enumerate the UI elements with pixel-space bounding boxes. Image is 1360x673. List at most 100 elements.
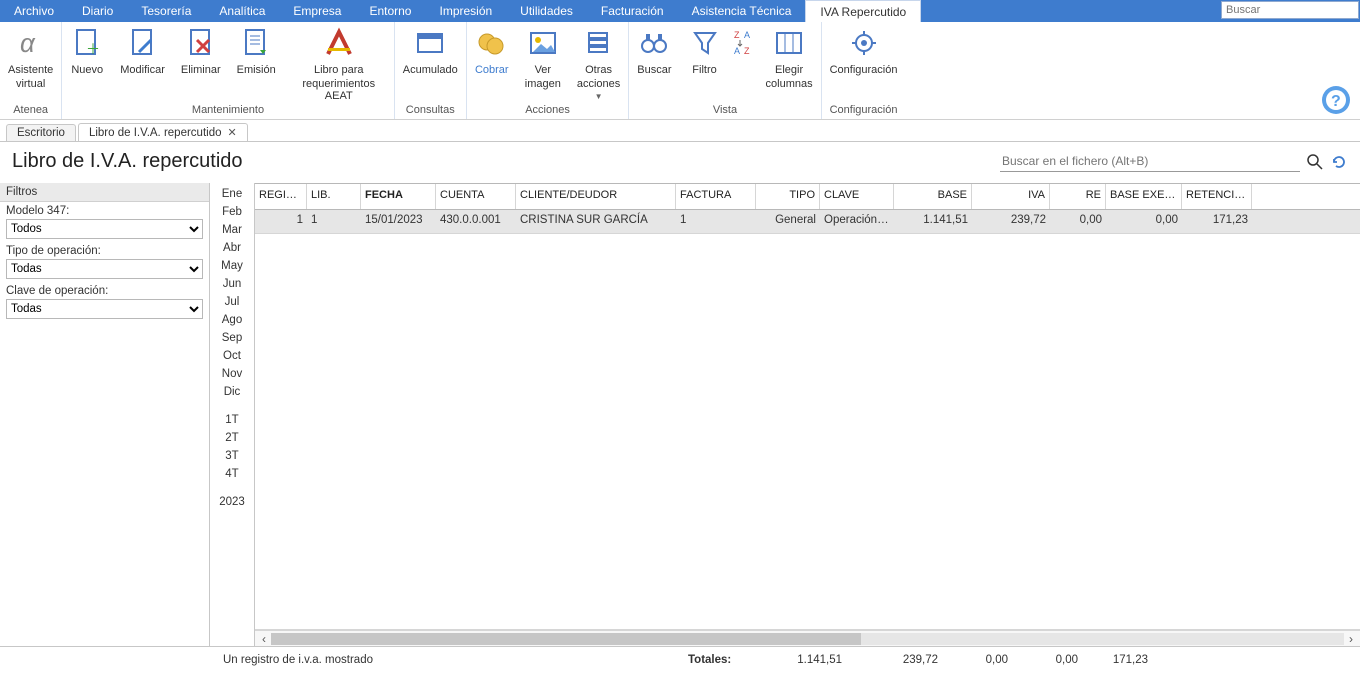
ribbon-btn-label: Asistente bbox=[8, 64, 53, 76]
global-search-input[interactable] bbox=[1221, 1, 1359, 19]
delete-document-icon bbox=[184, 26, 218, 60]
menu-impresion[interactable]: Impresión bbox=[425, 0, 506, 22]
menu-diario[interactable]: Diario bbox=[68, 0, 127, 22]
modificar-button[interactable]: Modificar bbox=[112, 26, 173, 76]
month-may[interactable]: May bbox=[219, 259, 245, 273]
orden-button[interactable]: ZAAZ bbox=[730, 26, 758, 62]
horizontal-scrollbar[interactable]: ‹ › bbox=[255, 630, 1360, 646]
month-dic[interactable]: Dic bbox=[222, 385, 243, 399]
ribbon-group-label: Configuración bbox=[822, 102, 906, 119]
tipo-select[interactable]: Todas bbox=[6, 259, 203, 279]
new-document-icon: ＋ bbox=[70, 26, 104, 60]
month-feb[interactable]: Feb bbox=[220, 205, 244, 219]
filters-title: Filtros bbox=[0, 183, 209, 202]
menu-facturacion[interactable]: Facturación bbox=[587, 0, 678, 22]
tab-label: Escritorio bbox=[17, 127, 65, 139]
stack-icon bbox=[582, 26, 616, 60]
col-tipo[interactable]: TIPO bbox=[756, 184, 820, 209]
help-icon[interactable]: ? bbox=[1320, 84, 1352, 116]
eliminar-button[interactable]: Eliminar bbox=[173, 26, 229, 76]
col-retencion[interactable]: RETENCIÓN bbox=[1182, 184, 1252, 209]
col-re[interactable]: RE bbox=[1050, 184, 1106, 209]
table-row[interactable]: 1 1 15/01/2023 430.0.0.001 CRISTINA SUR … bbox=[255, 210, 1360, 234]
ribbon-group-label: Vista bbox=[629, 102, 820, 119]
buscar-button[interactable]: Buscar bbox=[629, 26, 679, 76]
quarter-4t[interactable]: 4T bbox=[223, 467, 240, 481]
configuracion-button[interactable]: Configuración bbox=[822, 26, 906, 76]
col-iva[interactable]: IVA bbox=[972, 184, 1050, 209]
col-clave[interactable]: CLAVE bbox=[820, 184, 894, 209]
tab-escritorio[interactable]: Escritorio bbox=[6, 124, 76, 141]
month-jul[interactable]: Jul bbox=[223, 295, 242, 309]
svg-text:Z: Z bbox=[734, 30, 740, 40]
total-base-exenta: 0,00 bbox=[1020, 654, 1090, 666]
quarter-1t[interactable]: 1T bbox=[223, 413, 240, 427]
menu-empresa[interactable]: Empresa bbox=[279, 0, 355, 22]
document-tabs: Escritorio Libro de I.V.A. repercutido ✕ bbox=[0, 120, 1360, 142]
menu-analitica[interactable]: Analítica bbox=[205, 0, 279, 22]
year-2023[interactable]: 2023 bbox=[217, 495, 247, 509]
month-nov[interactable]: Nov bbox=[220, 367, 244, 381]
quarter-2t[interactable]: 2T bbox=[223, 431, 240, 445]
acumulado-button[interactable]: Acumulado bbox=[395, 26, 466, 76]
cell: 1.141,51 bbox=[894, 210, 972, 233]
asistente-virtual-button[interactable]: α Asistente virtual bbox=[0, 26, 61, 90]
file-search-input[interactable] bbox=[1000, 151, 1300, 172]
month-mar[interactable]: Mar bbox=[220, 223, 244, 237]
ribbon-group-label: Acciones bbox=[467, 102, 629, 119]
nuevo-button[interactable]: ＋ Nuevo bbox=[62, 26, 112, 76]
month-ago[interactable]: Ago bbox=[220, 313, 244, 327]
ribbon-btn-label: Eliminar bbox=[181, 64, 221, 76]
ribbon-group-label: Consultas bbox=[395, 102, 466, 119]
search-icon[interactable] bbox=[1306, 153, 1324, 171]
ribbon-btn-label: Elegir bbox=[775, 64, 803, 76]
filtro-button[interactable]: Filtro bbox=[680, 26, 730, 76]
scroll-thumb[interactable] bbox=[271, 633, 861, 645]
cell: 1 bbox=[676, 210, 756, 233]
ribbon-btn-label: requerimientos AEAT bbox=[292, 78, 386, 102]
ribbon-btn-label: imagen bbox=[525, 78, 561, 90]
libro-aeat-button[interactable]: Libro para requerimientos AEAT bbox=[284, 26, 394, 102]
cobrar-button[interactable]: Cobrar bbox=[467, 26, 517, 76]
scroll-track[interactable] bbox=[271, 633, 1344, 645]
menu-utilidades[interactable]: Utilidades bbox=[506, 0, 587, 22]
menu-tesoreria[interactable]: Tesorería bbox=[127, 0, 205, 22]
modelo-select[interactable]: Todos bbox=[6, 219, 203, 239]
menu-entorno[interactable]: Entorno bbox=[355, 0, 425, 22]
col-base-exenta[interactable]: BASE EXENTA bbox=[1106, 184, 1182, 209]
cell: General bbox=[756, 210, 820, 233]
elegir-columnas-button[interactable]: Elegir columnas bbox=[758, 26, 821, 90]
quarter-3t[interactable]: 3T bbox=[223, 449, 240, 463]
scroll-right-icon[interactable]: › bbox=[1344, 632, 1358, 646]
totals-label: Totales: bbox=[688, 654, 758, 666]
month-ene[interactable]: Ene bbox=[220, 187, 244, 201]
tab-libro-iva[interactable]: Libro de I.V.A. repercutido ✕ bbox=[78, 123, 248, 141]
clave-select[interactable]: Todas bbox=[6, 299, 203, 319]
close-icon[interactable]: ✕ bbox=[228, 126, 237, 139]
month-sep[interactable]: Sep bbox=[220, 331, 244, 345]
col-cuenta[interactable]: CUENTA bbox=[436, 184, 516, 209]
month-jun[interactable]: Jun bbox=[221, 277, 244, 291]
col-fecha[interactable]: FECHA bbox=[361, 184, 436, 209]
scroll-left-icon[interactable]: ‹ bbox=[257, 632, 271, 646]
page-header: Libro de I.V.A. repercutido bbox=[0, 142, 1360, 183]
col-factura[interactable]: FACTURA bbox=[676, 184, 756, 209]
col-base[interactable]: BASE bbox=[894, 184, 972, 209]
emision-button[interactable]: Emisión bbox=[229, 26, 284, 76]
coins-icon bbox=[475, 26, 509, 60]
menu-asistencia[interactable]: Asistencia Técnica bbox=[678, 0, 806, 22]
svg-text:A: A bbox=[734, 46, 740, 56]
month-abr[interactable]: Abr bbox=[221, 241, 243, 255]
month-oct[interactable]: Oct bbox=[221, 349, 243, 363]
otras-acciones-button[interactable]: Otras acciones ▼ bbox=[569, 26, 628, 101]
col-lib[interactable]: LIB. bbox=[307, 184, 361, 209]
refresh-icon[interactable] bbox=[1330, 153, 1348, 171]
col-registro[interactable]: REGIST… bbox=[255, 184, 307, 209]
gear-icon bbox=[847, 26, 881, 60]
ver-imagen-button[interactable]: Ver imagen bbox=[517, 26, 569, 90]
cell: Operación … bbox=[820, 210, 894, 233]
menu-iva-repercutido[interactable]: IVA Repercutido bbox=[805, 0, 921, 22]
col-cliente[interactable]: CLIENTE/DEUDOR bbox=[516, 184, 676, 209]
menu-archivo[interactable]: Archivo bbox=[0, 0, 68, 22]
edit-document-icon bbox=[126, 26, 160, 60]
